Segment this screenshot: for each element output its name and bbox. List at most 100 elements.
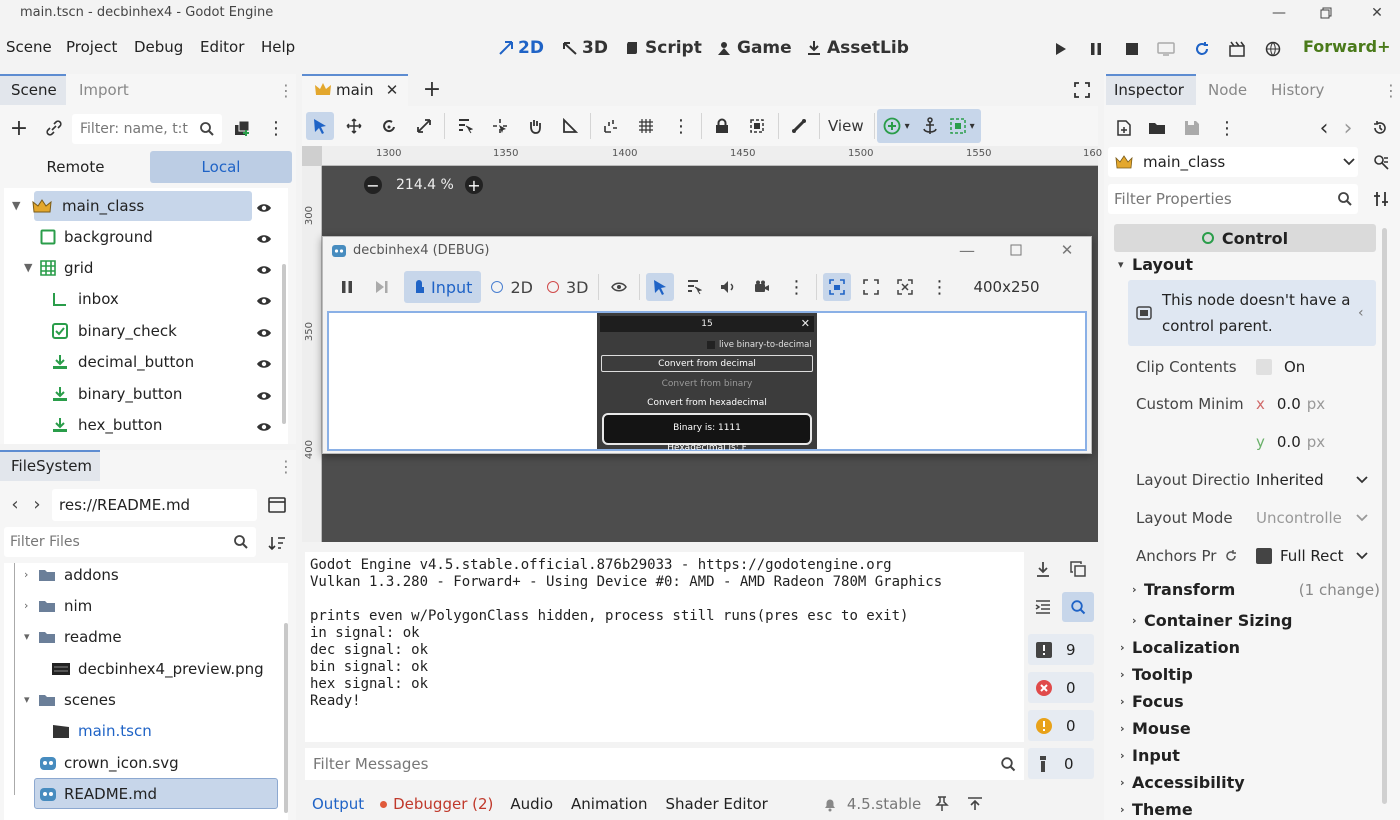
folder-nim[interactable]: › nim: [24, 590, 92, 621]
clear-icon[interactable]: ✕: [801, 317, 810, 330]
tree-row-grid[interactable]: ▼ grid: [24, 252, 93, 283]
speaker-icon[interactable]: [714, 273, 742, 301]
next-frame-icon[interactable]: [368, 273, 396, 301]
zoom-out-button[interactable]: −: [364, 176, 382, 195]
workspace-game[interactable]: Game: [716, 36, 792, 60]
filter-messages-input[interactable]: Filter Messages: [305, 748, 1024, 780]
tree-row-hex-button[interactable]: hex_button: [52, 409, 162, 440]
convert-binary-button[interactable]: Convert from binary: [601, 375, 813, 392]
path-field[interactable]: res://README.md: [52, 489, 257, 521]
scrollbar[interactable]: [284, 623, 288, 813]
section-container-sizing[interactable]: › Container Sizing: [1132, 607, 1292, 634]
tab-debugger[interactable]: Debugger (2): [393, 795, 493, 813]
menu-debug[interactable]: Debug: [134, 38, 183, 56]
close-tab-icon[interactable]: ✕: [384, 81, 400, 99]
add-anchor-button[interactable]: ▾: [883, 117, 910, 135]
section-layout[interactable]: ▾ Layout: [1118, 251, 1193, 278]
scrollbar[interactable]: [282, 264, 286, 424]
visibility-icon[interactable]: [256, 295, 272, 307]
close-button[interactable]: ✕: [1057, 241, 1077, 259]
reload-icon[interactable]: [1191, 38, 1213, 60]
move-mode-icon[interactable]: [340, 112, 368, 140]
pin-icon[interactable]: [935, 796, 950, 812]
visibility-icon[interactable]: [256, 202, 272, 214]
tab-audio[interactable]: Audio: [510, 795, 553, 813]
tree-row-binary-check[interactable]: binary_check: [52, 315, 177, 346]
visibility-icon[interactable]: [256, 327, 272, 339]
errors-toggle[interactable]: 0: [1028, 672, 1094, 703]
grid-snap-icon[interactable]: [632, 112, 660, 140]
maximize-button[interactable]: [1006, 241, 1026, 259]
select-mode-icon[interactable]: [306, 112, 334, 140]
scene-filter-input[interactable]: Filter: name, t:t: [72, 114, 222, 144]
warnings-toggle[interactable]: 0: [1028, 710, 1094, 741]
sort-icon[interactable]: [266, 532, 288, 554]
section-tooltip[interactable]: › Tooltip: [1120, 661, 1193, 688]
zoom-in-button[interactable]: +: [465, 176, 483, 195]
embed-options-icon[interactable]: ⋮: [925, 273, 953, 301]
menu-project[interactable]: Project: [66, 38, 117, 56]
open-folder-icon[interactable]: [1147, 118, 1167, 138]
instantiate-icon[interactable]: [232, 118, 252, 138]
section-mouse[interactable]: › Mouse: [1120, 715, 1191, 742]
object-selector[interactable]: main_class: [1108, 147, 1358, 177]
renderer-selector[interactable]: Forward+: [1303, 37, 1391, 56]
keep-aspect-icon[interactable]: [857, 273, 885, 301]
section-accessibility[interactable]: › Accessibility: [1120, 769, 1245, 796]
list-select-icon[interactable]: [451, 112, 479, 140]
history-forward-icon[interactable]: ›: [1340, 116, 1356, 141]
distraction-free-icon[interactable]: [1072, 80, 1092, 100]
pan-icon[interactable]: [521, 112, 549, 140]
live-binary-checkbox[interactable]: live binary-to-decimal: [707, 340, 812, 350]
add-node-icon[interactable]: +: [9, 116, 29, 141]
anchor-icon[interactable]: [922, 117, 938, 135]
dock-menu-icon[interactable]: ⋮: [1383, 80, 1399, 100]
inspector-scrollbar[interactable]: [1382, 228, 1387, 804]
movie-icon[interactable]: [1226, 38, 1248, 60]
more-options-icon[interactable]: ⋮: [1218, 118, 1236, 139]
section-localization[interactable]: › Localization: [1120, 634, 1240, 661]
visibility-icon[interactable]: [256, 421, 272, 433]
pause-icon[interactable]: [333, 273, 361, 301]
lock-icon[interactable]: [708, 112, 736, 140]
folder-readme[interactable]: ▾ readme: [24, 621, 122, 652]
menu-editor[interactable]: Editor: [200, 38, 244, 56]
bone-icon[interactable]: [785, 112, 813, 140]
folder-scenes[interactable]: ▾ scenes: [24, 684, 116, 715]
collapse-icon[interactable]: [1032, 596, 1054, 618]
tab-history[interactable]: History: [1271, 81, 1324, 99]
visibility-icon[interactable]: [605, 273, 633, 301]
stretch-icon[interactable]: [891, 273, 919, 301]
back-icon[interactable]: ‹: [8, 494, 22, 515]
pause-icon[interactable]: [1085, 38, 1107, 60]
section-focus[interactable]: › Focus: [1120, 688, 1184, 715]
snap-options-icon[interactable]: ⋮: [667, 112, 695, 140]
output-log[interactable]: Godot Engine v4.5.stable.official.876b29…: [305, 552, 1024, 742]
layout-mode-select[interactable]: Uncontrolle: [1256, 509, 1368, 527]
smart-snap-icon[interactable]: [597, 112, 625, 140]
class-header-control[interactable]: Control: [1114, 224, 1376, 252]
tab-inspector[interactable]: Inspector: [1114, 81, 1184, 99]
menu-scene[interactable]: Scene: [6, 38, 52, 56]
remote-button[interactable]: Remote: [4, 151, 147, 183]
camera-icon[interactable]: [748, 273, 776, 301]
section-input[interactable]: › Input: [1120, 742, 1180, 769]
remote-deploy-icon[interactable]: [1155, 38, 1177, 60]
history-icon[interactable]: [1370, 118, 1390, 138]
file-readme-md[interactable]: README.md: [38, 778, 157, 809]
visibility-icon[interactable]: [256, 390, 272, 402]
minimize-button[interactable]: —: [957, 241, 977, 260]
history-back-icon[interactable]: ‹: [1316, 116, 1332, 141]
filter-files-input[interactable]: Filter Files: [4, 527, 256, 557]
close-button[interactable]: ✕: [1362, 3, 1392, 23]
revert-icon[interactable]: [1224, 549, 1246, 563]
file-preview-png[interactable]: decbinhex4_preview.png: [52, 653, 264, 684]
select-mode-icon[interactable]: [646, 273, 675, 301]
scene-menu-icon[interactable]: ⋮: [267, 118, 285, 139]
bell-icon[interactable]: [822, 796, 838, 812]
tree-row-inbox[interactable]: inbox: [52, 283, 119, 314]
maximize-button[interactable]: [1311, 3, 1341, 23]
editor-messages-toggle[interactable]: 0: [1028, 748, 1094, 779]
forward-icon[interactable]: ›: [30, 494, 44, 515]
link-icon[interactable]: [44, 118, 64, 138]
